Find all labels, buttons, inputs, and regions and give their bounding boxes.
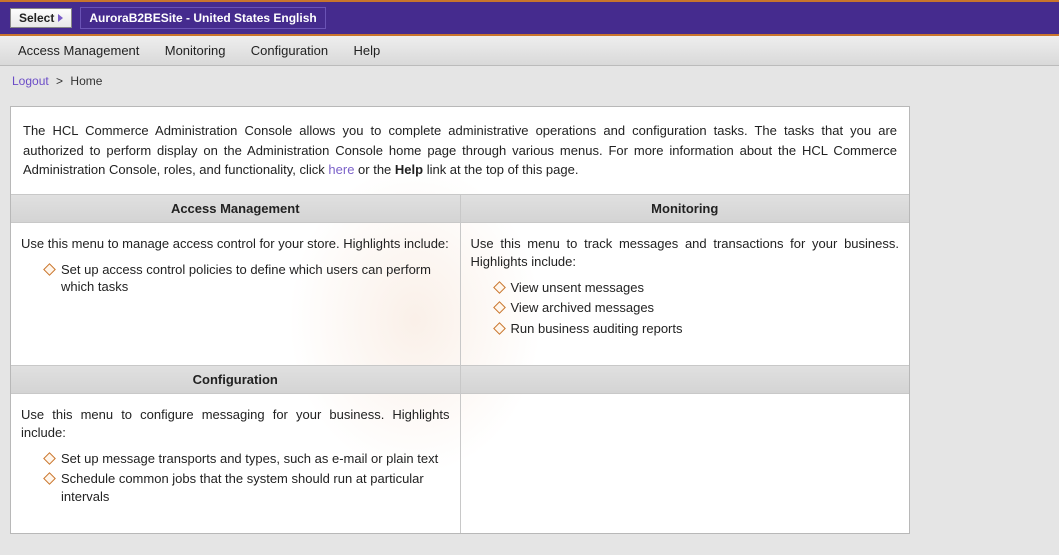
card-monitoring: Monitoring Use this menu to track messag… (460, 194, 909, 365)
list-item: Set up access control policies to define… (45, 261, 450, 296)
card-monitoring-title: Monitoring (461, 195, 910, 223)
card-access-desc: Use this menu to manage access control f… (21, 236, 449, 251)
card-monitoring-desc: Use this menu to track messages and tran… (471, 236, 900, 269)
menu-access[interactable]: Access Management (10, 41, 153, 60)
menu-monitoring[interactable]: Monitoring (157, 41, 240, 60)
breadcrumb: Logout > Home (0, 66, 1059, 96)
card-access-title: Access Management (11, 195, 460, 223)
list-item: View archived messages (495, 299, 900, 317)
card-access: Access Management Use this menu to manag… (11, 194, 460, 365)
menu-help[interactable]: Help (345, 41, 394, 60)
list-item: Schedule common jobs that the system sho… (45, 470, 450, 505)
breadcrumb-current: Home (70, 74, 102, 88)
card-config: Configuration Use this menu to configure… (11, 365, 460, 533)
cards-grid: Access Management Use this menu to manag… (11, 194, 909, 533)
list-item: Set up message transports and types, suc… (45, 450, 450, 468)
intro-part2: or the (354, 162, 394, 177)
chevron-right-icon (58, 14, 63, 22)
breadcrumb-logout-link[interactable]: Logout (12, 74, 49, 88)
list-item: View unsent messages (495, 279, 900, 297)
select-button[interactable]: Select (10, 8, 72, 28)
top-bar: Select AuroraB2BESite - United States En… (0, 2, 1059, 34)
intro-help-bold: Help (395, 162, 423, 177)
menu-configuration[interactable]: Configuration (243, 41, 342, 60)
card-config-title: Configuration (11, 366, 460, 394)
site-label: AuroraB2BESite - United States English (80, 7, 325, 29)
list-item: Run business auditing reports (495, 320, 900, 338)
breadcrumb-separator: > (56, 74, 63, 88)
card-empty (460, 365, 909, 533)
card-empty-title (461, 366, 910, 394)
intro-text: The HCL Commerce Administration Console … (11, 107, 909, 194)
select-button-label: Select (19, 11, 54, 25)
home-panel: The HCL Commerce Administration Console … (10, 106, 910, 534)
card-config-desc: Use this menu to configure messaging for… (21, 407, 450, 440)
menu-bar: Access Management Monitoring Configurati… (0, 36, 1059, 66)
intro-part3: link at the top of this page. (423, 162, 578, 177)
intro-here-link[interactable]: here (328, 162, 354, 177)
